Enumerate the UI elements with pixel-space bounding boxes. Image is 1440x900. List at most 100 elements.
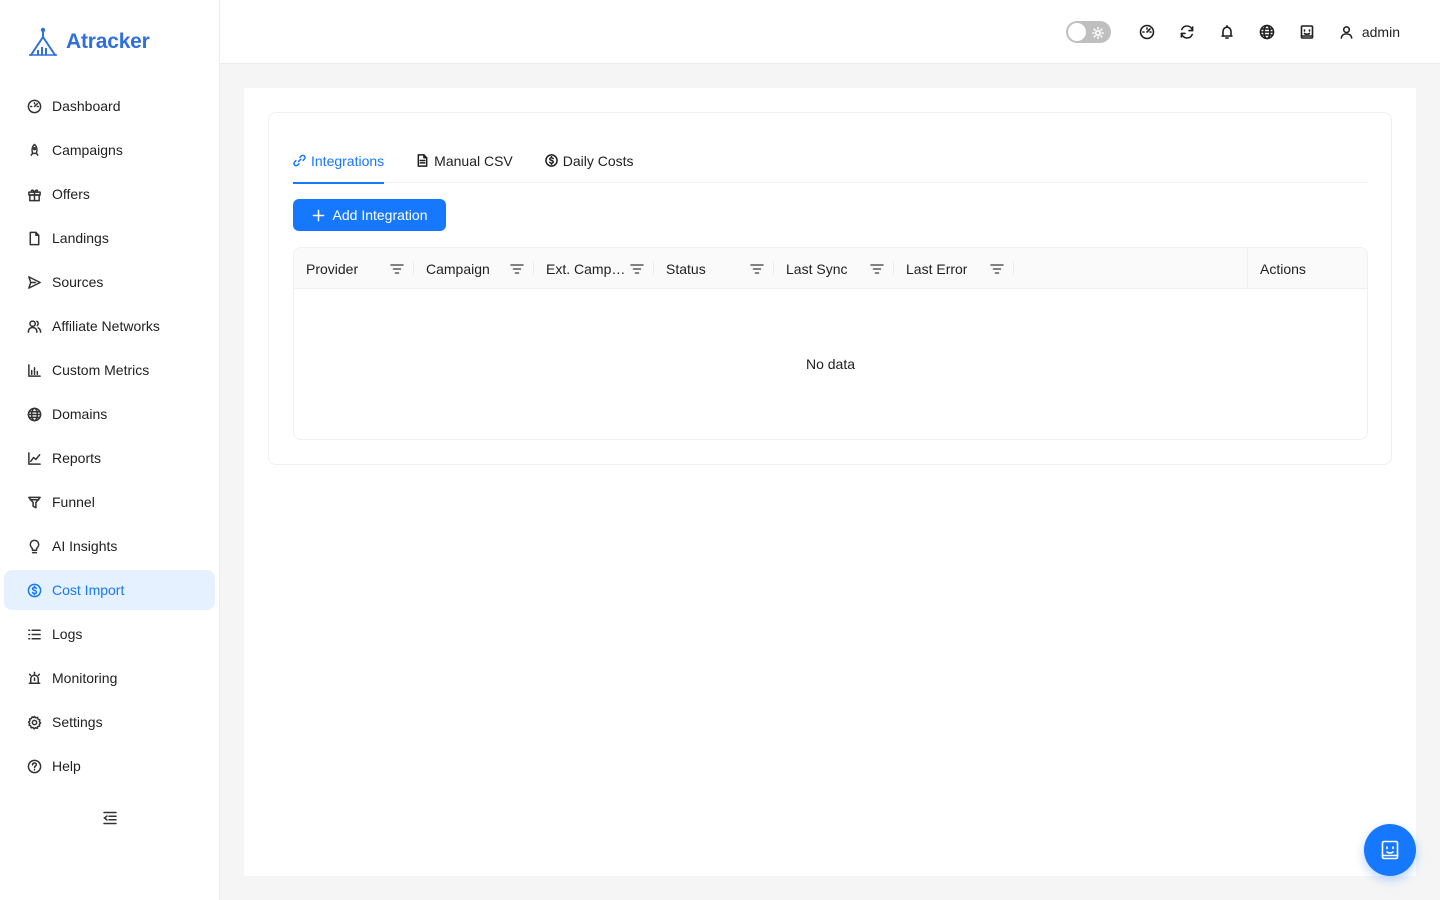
table-header: Provider Campaign Ext. Campaign ID Statu… [294,248,1367,289]
theme-toggle[interactable] [1065,21,1111,43]
filter-icon[interactable] [990,262,1004,276]
tab-manual-csv[interactable]: Manual CSV [416,139,513,183]
sidebar-item-logs[interactable]: Logs [4,614,215,654]
send-icon [26,274,42,290]
globe-icon[interactable] [1247,12,1287,52]
robot-icon[interactable] [1287,12,1327,52]
filter-icon[interactable] [510,262,524,276]
collapse-sidebar-icon[interactable] [101,809,119,827]
gift-icon [26,186,42,202]
sidebar-item-ai-insights[interactable]: AI Insights [4,526,215,566]
sidebar-item-sources[interactable]: Sources [4,262,215,302]
filter-icon[interactable] [390,262,404,276]
gear-icon [26,714,42,730]
file-text-icon [417,154,428,167]
users-icon [26,318,42,334]
sidebar-item-label: Funnel [52,494,95,510]
empty-state: No data [294,289,1367,439]
bell-icon[interactable] [1207,12,1247,52]
column-label: Campaign [426,260,490,277]
sidebar: Atracker Dashboard Campaigns Offers Land… [0,0,220,900]
sidebar-item-domains[interactable]: Domains [4,394,215,434]
sidebar-item-label: Help [52,758,81,774]
app-name: Atracker [66,30,150,53]
column-header-last-sync: Last Sync [774,248,894,289]
sidebar-item-offers[interactable]: Offers [4,174,215,214]
user-name: admin [1361,24,1400,40]
alarm-icon [26,670,42,686]
tab-daily-costs[interactable]: Daily Costs [544,139,634,183]
add-integration-label: Add Integration [332,207,428,223]
sidebar-item-dashboard[interactable]: Dashboard [4,86,215,126]
column-label: Actions [1260,260,1306,277]
question-icon [26,758,42,774]
sidebar-item-label: Domains [52,406,108,422]
bulb-icon [26,538,42,554]
rocket-icon [26,142,42,158]
main-content: Integrations Manual CSV Daily Costs Add … [244,88,1416,876]
dollar-icon [26,582,42,598]
sidebar-item-help[interactable]: Help [4,746,215,786]
sidebar-item-reports[interactable]: Reports [4,438,215,478]
user-menu[interactable]: admin [1339,24,1400,40]
plus-icon [312,209,324,221]
add-integration-button[interactable]: Add Integration [293,199,446,231]
sidebar-item-label: Landings [52,230,109,246]
column-label: Provider [306,260,359,277]
line-chart-icon [26,450,42,466]
sidebar-item-campaigns[interactable]: Campaigns [4,130,215,170]
sidebar-item-label: Logs [52,626,83,642]
tab-label: Daily Costs [562,152,634,169]
refresh-icon[interactable] [1167,12,1207,52]
integrations-table: Provider Campaign Ext. Campaign ID Statu… [293,247,1368,440]
sidebar-item-label: Settings [52,714,103,730]
column-label: Ext. Campaign ID [546,260,626,277]
dashboard-icon [26,98,42,114]
sidebar-item-label: Cost Import [52,582,125,598]
link-icon [293,154,306,167]
logo-icon [29,27,57,56]
sun-icon [1091,26,1104,39]
column-header-status: Status [654,248,774,289]
sidebar-item-label: Offers [52,186,90,202]
empty-text: No data [805,356,856,372]
assistant-fab-button[interactable] [1364,824,1416,876]
sidebar-nav: Dashboard Campaigns Offers Landings Sour… [4,86,215,790]
sidebar-item-landings[interactable]: Landings [4,218,215,258]
tab-bar: Integrations Manual CSV Daily Costs [293,139,1368,184]
sidebar-item-label: Monitoring [52,670,118,686]
sidebar-item-custom-metrics[interactable]: Custom Metrics [4,350,215,390]
robot-icon [1381,840,1399,860]
globe-icon [26,406,42,422]
header-toolbar: admin [1065,0,1400,64]
tab-integrations[interactable]: Integrations [293,139,385,184]
dollar-icon [544,154,558,167]
bar-chart-icon [26,362,42,378]
sidebar-item-funnel[interactable]: Funnel [4,482,215,522]
filter-icon[interactable] [750,262,764,276]
sidebar-item-label: AI Insights [52,538,118,554]
filter-icon[interactable] [630,262,644,276]
cost-import-card: Integrations Manual CSV Daily Costs Add … [268,112,1392,465]
app-logo[interactable]: Atracker [26,26,150,58]
top-header: admin [220,0,1440,64]
sidebar-item-label: Dashboard [52,98,121,114]
column-header-campaign: Campaign [414,248,534,289]
sidebar-item-affiliate-networks[interactable]: Affiliate Networks [4,306,215,346]
filter-icon[interactable] [870,262,884,276]
column-header-ext-campaign: Ext. Campaign ID [534,248,654,289]
column-label: Last Sync [786,260,848,277]
column-header-last-error: Last Error [894,248,1014,289]
column-label: Last Error [906,260,968,277]
column-label: Status [666,260,706,277]
sidebar-item-settings[interactable]: Settings [4,702,215,742]
tab-label: Integrations [311,152,385,169]
toggle-knob [1067,23,1086,41]
dashboard-icon[interactable] [1127,12,1167,52]
file-icon [26,230,42,246]
tab-label: Manual CSV [434,152,513,169]
user-icon [1340,25,1353,39]
sidebar-item-cost-import[interactable]: Cost Import [4,570,215,610]
funnel-icon [26,494,42,510]
sidebar-item-monitoring[interactable]: Monitoring [4,658,215,698]
